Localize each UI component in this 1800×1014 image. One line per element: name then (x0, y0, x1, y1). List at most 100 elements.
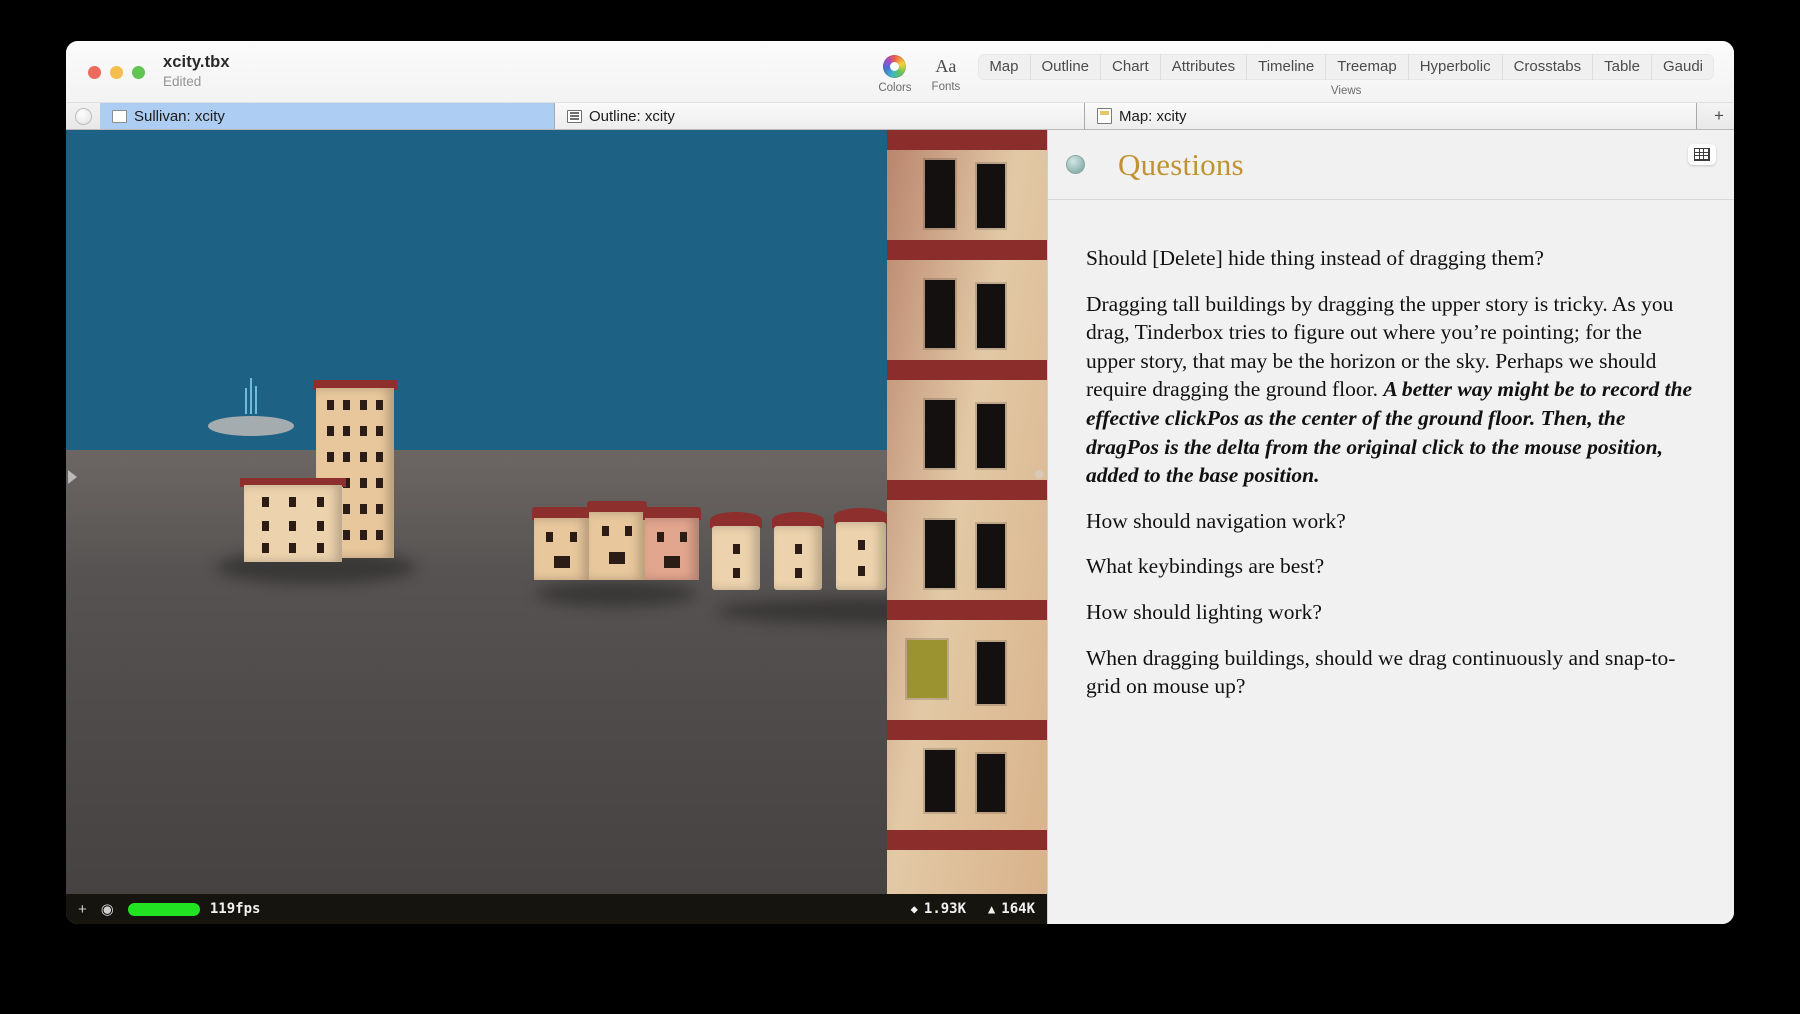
fps-readout: 119fps (209, 901, 261, 917)
view-tab-hyperbolic[interactable]: Hyperbolic (1409, 54, 1503, 80)
building-shadow (536, 582, 696, 606)
building-wall (712, 526, 760, 590)
vertices-value: 1.93K (923, 901, 967, 917)
window-pane (376, 452, 384, 462)
3d-viewport[interactable]: + ◉ 119fps ◆ 1.93K ▲ 164K (66, 130, 1047, 924)
document-tab-map[interactable]: Map: xcity (1085, 103, 1697, 129)
note-title[interactable]: Questions (1118, 147, 1244, 183)
document-tab-outline[interactable]: Outline: xcity (555, 103, 1085, 129)
building-round-tower[interactable] (834, 508, 888, 590)
window-pane (794, 568, 802, 578)
building-roof (887, 600, 1047, 620)
window-pane (907, 640, 947, 698)
document-title-block: xcity.tbx Edited (163, 53, 230, 89)
window-pane (359, 426, 367, 436)
page-title: xcity.tbx (163, 53, 230, 71)
view-tab-chart[interactable]: Chart (1101, 54, 1161, 80)
window-pane (732, 568, 740, 578)
building-roof (887, 130, 1047, 150)
fps-meter (127, 902, 200, 916)
window-controls[interactable] (88, 66, 145, 79)
view-tab-timeline[interactable]: Timeline (1247, 54, 1327, 80)
viewport-right-handle[interactable] (1035, 470, 1044, 479)
window-pane (664, 556, 680, 568)
close-window-button[interactable] (88, 66, 101, 79)
building-roof (887, 830, 1047, 850)
window-pane (601, 526, 609, 536)
window-pane (857, 566, 865, 576)
note-text-run: Should [Delete] hide thing instead of dr… (1086, 246, 1544, 270)
note-knob-icon[interactable] (1066, 155, 1085, 174)
window-pane (262, 521, 270, 531)
app-window: xcity.tbx Edited Colors Aa Fonts Map Out… (66, 41, 1734, 924)
window-pane (376, 504, 384, 514)
minimize-window-button[interactable] (110, 66, 123, 79)
add-tab-button[interactable]: + (1704, 103, 1734, 129)
views-segmented-control[interactable]: Map Outline Chart Attributes Timeline Tr… (978, 54, 1714, 80)
window-pane (977, 642, 1005, 704)
fonts-button[interactable]: Aa Fonts (924, 47, 969, 93)
colors-button[interactable]: Colors (870, 47, 919, 94)
note-paragraph: How should navigation work? (1086, 507, 1694, 536)
note-text-run: When dragging buildings, should we drag … (1086, 645, 1676, 699)
building-low-left[interactable] (240, 478, 346, 562)
window-pane (343, 504, 351, 514)
window-pane (262, 497, 270, 507)
window-pane (609, 552, 625, 564)
scene-stats: ◆ 1.93K ▲ 164K (911, 901, 1035, 917)
window-pane (359, 478, 367, 488)
diamond-icon: ◆ (910, 902, 918, 916)
vertices-stat: ◆ 1.93K (911, 901, 966, 917)
fonts-label: Fonts (931, 81, 961, 93)
window-pane (326, 400, 334, 410)
document-tab-sullivan[interactable]: Sullivan: xcity (100, 103, 555, 129)
view-tab-table[interactable]: Table (1593, 54, 1652, 80)
window-pane (359, 504, 367, 514)
view-tab-gaudi[interactable]: Gaudi (1652, 54, 1714, 80)
fountain-spray (255, 386, 257, 414)
map-tab-icon (112, 109, 127, 123)
building-rowhouse[interactable] (531, 507, 592, 580)
building-rowhouse[interactable] (586, 501, 648, 580)
maximize-window-button[interactable] (132, 66, 145, 79)
window-pane (794, 544, 802, 554)
note-paragraph: How should lighting work? (1086, 598, 1694, 627)
window-pane (289, 497, 297, 507)
document-state: Edited (163, 74, 202, 89)
window-pane (343, 400, 351, 410)
note-text-body[interactable]: Should [Delete] hide thing instead of dr… (1048, 200, 1734, 924)
building-rowhouse[interactable] (642, 507, 702, 580)
building-wall (589, 512, 645, 580)
viewport-left-handle[interactable] (68, 470, 77, 484)
building-wall (645, 518, 699, 580)
gear-icon[interactable]: ◉ (101, 900, 114, 918)
view-tab-attributes[interactable]: Attributes (1161, 54, 1248, 80)
outline-tab-icon (567, 109, 582, 123)
fountain (208, 416, 294, 436)
building-foreground-skyscraper[interactable] (887, 130, 1047, 924)
window-pane (925, 400, 955, 468)
note-text-run: How should navigation work? (1086, 508, 1346, 533)
window-pane (376, 426, 384, 436)
window-pane (343, 452, 351, 462)
views-group: Map Outline Chart Attributes Timeline Tr… (978, 47, 1714, 97)
view-tab-outline[interactable]: Outline (1031, 54, 1102, 80)
document-tab-label: Map: xcity (1119, 107, 1187, 125)
window-pane (376, 478, 384, 488)
window-pane (326, 426, 334, 436)
tab-knob-icon[interactable] (66, 103, 100, 129)
view-tab-map[interactable]: Map (978, 54, 1031, 80)
window-pane (262, 543, 270, 553)
plus-icon[interactable]: + (78, 901, 87, 918)
table-grid-icon[interactable] (1688, 144, 1716, 165)
building-round-tower[interactable] (710, 512, 762, 590)
window-pane (343, 530, 351, 540)
window-pane (977, 164, 1005, 228)
window-pane (289, 543, 297, 553)
window-pane (925, 750, 955, 812)
view-tab-treemap[interactable]: Treemap (1326, 54, 1409, 80)
window-pane (553, 556, 570, 568)
view-tab-crosstabs[interactable]: Crosstabs (1503, 54, 1594, 80)
views-label: Views (1330, 85, 1362, 97)
building-round-tower[interactable] (772, 512, 824, 590)
